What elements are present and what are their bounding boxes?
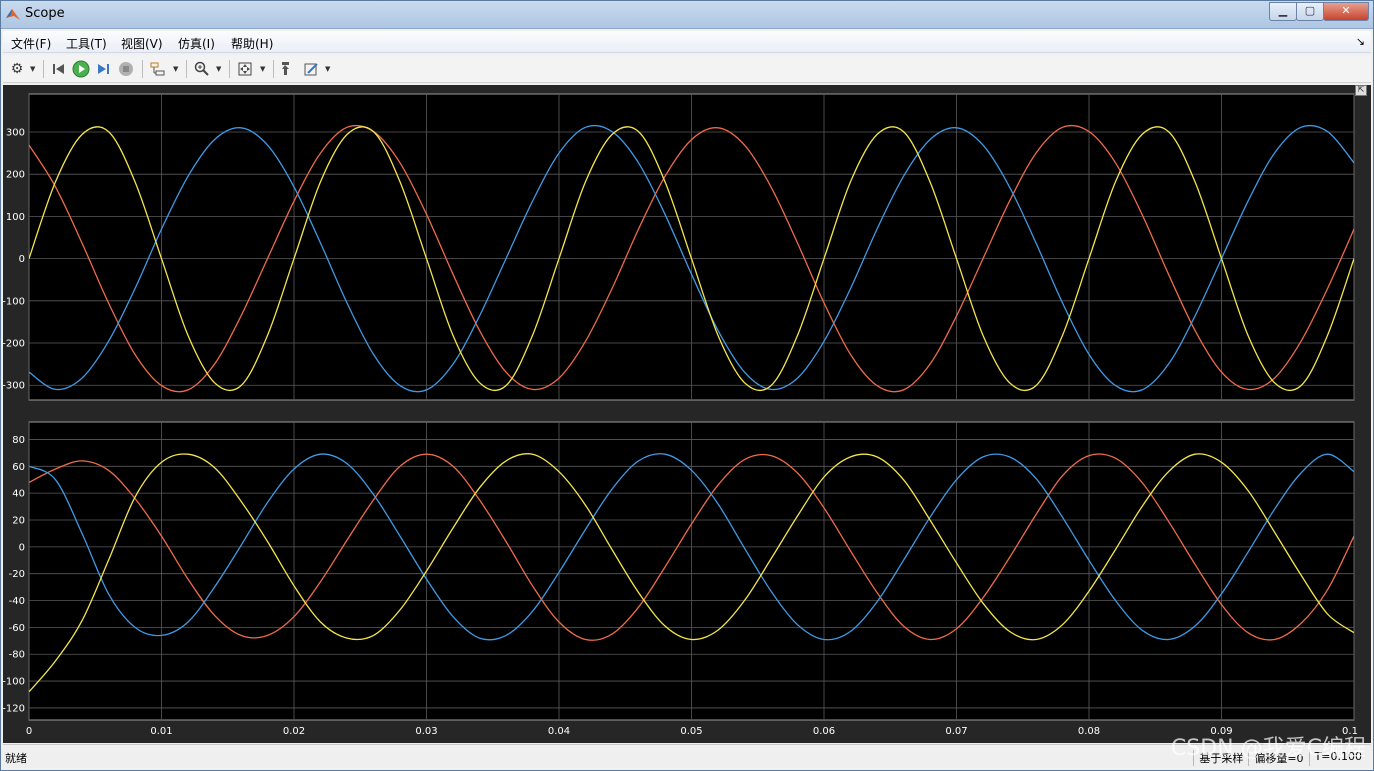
x-tick-label: 0.1 xyxy=(1342,726,1358,737)
y-tick-label: 0 xyxy=(19,254,25,265)
y-tick-label: -300 xyxy=(3,381,25,392)
toolbar-separator xyxy=(142,60,143,78)
gear-dropdown-icon[interactable]: ▼ xyxy=(30,65,35,73)
x-tick-label: 0 xyxy=(26,726,32,737)
y-tick-label: 60 xyxy=(12,462,25,473)
axes-1: -300 -200 -100 0 100 200 300 xyxy=(2,93,1355,401)
zoom-icon[interactable] xyxy=(192,59,212,79)
y-tick-label: -40 xyxy=(9,596,25,607)
gear-icon[interactable]: ⚙ xyxy=(7,59,27,79)
toolbar-separator xyxy=(229,60,230,78)
y-tick-label: 300 xyxy=(6,127,25,138)
autoscale-icon[interactable] xyxy=(235,59,255,79)
matlab-icon xyxy=(6,9,20,20)
y-tick-label: 200 xyxy=(6,170,25,181)
x-tick-label: 0.05 xyxy=(680,726,702,737)
y-tick-label: 20 xyxy=(12,515,25,526)
dock-icon[interactable]: ↘ xyxy=(1356,35,1365,48)
y-tick-label: 100 xyxy=(6,212,25,223)
x-tick-label: 0.03 xyxy=(415,726,437,737)
scope-plot-area: ⇱ -300 -200 -100 0 100 200 300 0 0.01 0.02 0.03 0.0… xyxy=(2,85,1371,743)
y-tick-label: -120 xyxy=(3,703,25,714)
menu-view[interactable]: 视图(V) xyxy=(121,35,163,52)
menu-tools[interactable]: 工具(T) xyxy=(66,35,107,52)
y-tick-label: -100 xyxy=(3,296,25,307)
scope-window: Scope ▁ ▢ ✕ 文件(F) 工具(T) 视图(V) 仿真(I) 帮助(H… xyxy=(0,0,1374,771)
style-dropdown-icon[interactable]: ▼ xyxy=(325,65,330,73)
x-tick-label: 0.08 xyxy=(1078,726,1100,737)
y-tick-label: -200 xyxy=(3,339,25,350)
y-tick-label: -20 xyxy=(9,569,25,580)
step-forward-icon[interactable] xyxy=(93,59,113,79)
axes-2: 0 0.01 0.02 0.03 0.04 0.05 0.06 0.07 0.08 0.09 0.1… xyxy=(2,421,1358,737)
step-back-icon[interactable] xyxy=(49,59,69,79)
x-tick-label: 0.07 xyxy=(945,726,967,737)
zoom-dropdown-icon[interactable]: ▼ xyxy=(216,65,221,73)
close-button[interactable]: ✕ xyxy=(1323,2,1369,21)
status-time: T=0.100 xyxy=(1308,750,1367,766)
run-icon[interactable] xyxy=(71,59,91,79)
toolbar-separator xyxy=(186,60,187,78)
minimize-button[interactable]: ▁ xyxy=(1269,2,1297,21)
title-bar[interactable]: Scope ▁ ▢ ✕ xyxy=(1,1,1373,29)
maximize-button[interactable]: ▢ xyxy=(1296,2,1324,21)
menu-bar: 文件(F) 工具(T) 视图(V) 仿真(I) 帮助(H) ↘ xyxy=(3,31,1371,53)
undock-icon[interactable]: ⇱ xyxy=(1355,85,1367,96)
toolbar: ⚙ ▼ ▼ ▼ ▼ ▼ xyxy=(3,55,1371,83)
x-tick-label: 0.04 xyxy=(548,726,570,737)
x-tick-label: 0.02 xyxy=(283,726,305,737)
window-title: Scope xyxy=(25,6,65,21)
menu-file[interactable]: 文件(F) xyxy=(11,35,51,52)
status-bar: 就绪 基于采样 偏移量=0 T=0.100 xyxy=(3,744,1371,768)
x-tick-label: 0.09 xyxy=(1210,726,1232,737)
y-tick-label: -80 xyxy=(9,650,25,661)
y-tick-label: -100 xyxy=(3,677,25,688)
style-icon[interactable] xyxy=(301,59,321,79)
y-tick-label: 80 xyxy=(12,435,25,446)
menu-simulation[interactable]: 仿真(I) xyxy=(178,35,215,52)
stop-icon[interactable] xyxy=(116,59,136,79)
status-sample-mode: 基于采样 xyxy=(1193,750,1248,766)
x-tick-label: 0.01 xyxy=(150,726,172,737)
measure-icon[interactable] xyxy=(277,59,297,79)
signal-select-icon[interactable] xyxy=(148,59,168,79)
y-tick-label: 40 xyxy=(12,489,25,500)
scope-display[interactable]: -300-200-10001002003000 0.01 0.02 0.03 0.04 0… xyxy=(2,85,1371,743)
autoscale-dropdown-icon[interactable]: ▼ xyxy=(260,65,265,73)
toolbar-separator xyxy=(43,60,44,78)
toolbar-separator xyxy=(273,60,274,78)
x-tick-label: 0.06 xyxy=(813,726,835,737)
menu-help[interactable]: 帮助(H) xyxy=(231,35,273,52)
y-tick-label: -60 xyxy=(9,623,25,634)
y-tick-label: 0 xyxy=(19,542,25,553)
status-offset: 偏移量=0 xyxy=(1248,750,1308,766)
status-fields: 基于采样 偏移量=0 T=0.100 xyxy=(1193,750,1367,766)
signal-select-dropdown-icon[interactable]: ▼ xyxy=(173,65,178,73)
status-text: 就绪 xyxy=(5,752,27,765)
